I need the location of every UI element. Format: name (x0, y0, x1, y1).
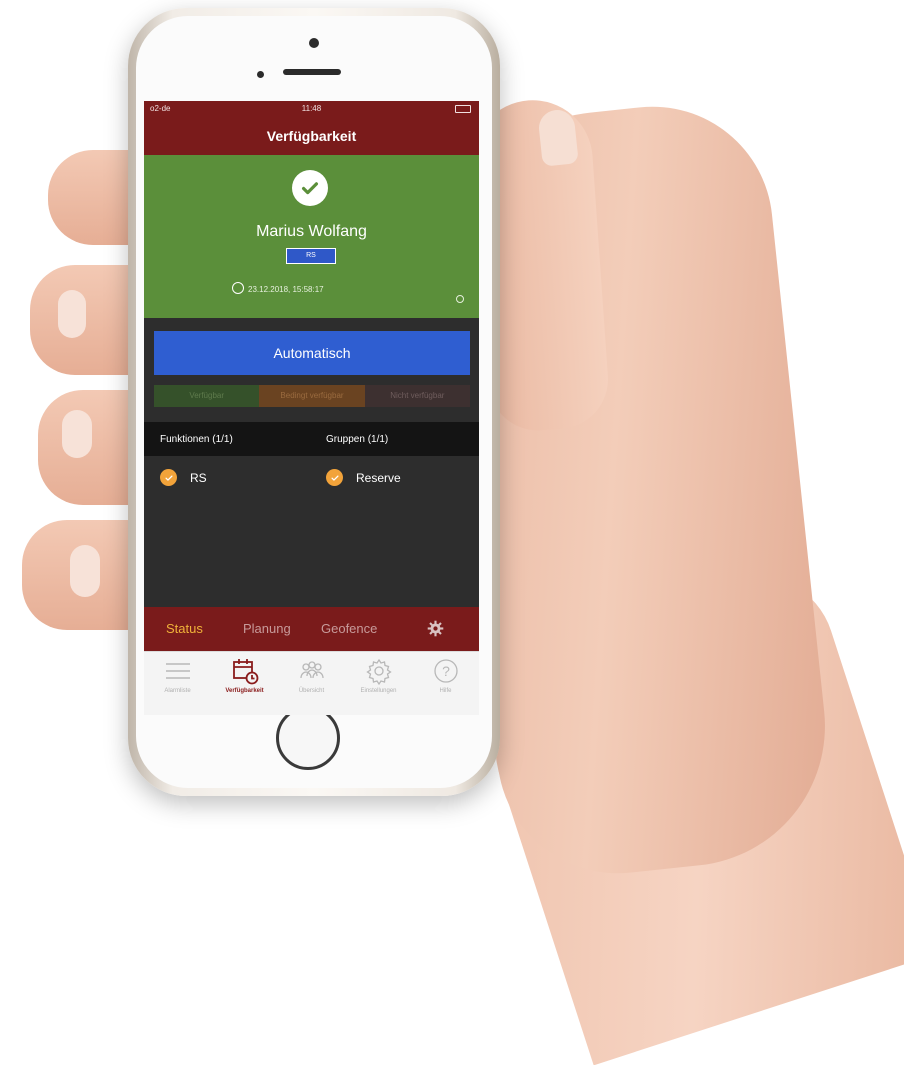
nav-label: Alarmliste (164, 688, 191, 694)
gear-icon (365, 658, 392, 686)
finger-nail (58, 290, 86, 338)
svg-text:?: ? (442, 663, 450, 679)
clock-icon (232, 282, 244, 294)
clock: 11:48 (301, 104, 322, 113)
nav-item-verfuegbarkeit[interactable]: Verfügbarkeit (211, 656, 278, 694)
gear-icon[interactable] (427, 620, 444, 637)
check-dot-icon (160, 469, 177, 486)
check-dot-icon (326, 469, 343, 486)
nav-item-hilfe[interactable]: ? Hilfe (412, 656, 479, 694)
nav-label: Übersicht (298, 688, 325, 694)
question-circle-icon: ? (433, 659, 458, 683)
check-circle-icon (292, 170, 328, 206)
list-header: Funktionen (1/1) Gruppen (1/1) (144, 422, 479, 456)
segment-conditionally-available[interactable]: Bedingt verfügbar (259, 385, 365, 407)
proximity-sensor (257, 71, 264, 78)
list-item-function[interactable]: RS (160, 469, 207, 486)
phone-screen: o2-de 11:48 Verfügbarkeit Marius Wolfang… (144, 101, 479, 715)
tab-geofence[interactable]: Geofence (321, 621, 377, 636)
finger-nail (62, 410, 92, 458)
nav-label: Einstellungen (360, 688, 397, 694)
function-badge: RS (286, 248, 336, 264)
tab-status[interactable]: Status (166, 621, 203, 636)
user-name: Marius Wolfang (256, 223, 367, 240)
page-title: Verfügbarkeit (144, 117, 479, 155)
timestamp: 23.12.2018, 15:58:17 (232, 282, 324, 294)
function-label: RS (190, 470, 207, 485)
front-camera (309, 38, 319, 48)
nav-item-einstellungen[interactable]: Einstellungen (345, 656, 412, 694)
tab-planung[interactable]: Planung (243, 621, 291, 636)
home-button[interactable] (276, 706, 340, 770)
availability-selector: Verfügbar Bedingt verfügbar Nicht verfüg… (154, 385, 470, 407)
status-bar: o2-de 11:48 (144, 101, 479, 117)
calendar-clock-icon (232, 659, 258, 685)
sub-tab-bar: Status Planung Geofence (144, 607, 479, 651)
functions-header: Funktionen (1/1) (160, 434, 233, 445)
automatic-mode-button[interactable]: Automatisch (154, 331, 470, 375)
list-item-group[interactable]: Reserve (326, 469, 401, 486)
segment-unavailable[interactable]: Nicht verfügbar (364, 385, 470, 407)
battery-icon (455, 104, 471, 113)
group-label: Reserve (356, 470, 401, 485)
bottom-nav: Alarmliste Verfügbarkeit Übersicht Einst… (144, 651, 479, 715)
earpiece-speaker (283, 69, 341, 75)
groups-header: Gruppen (1/1) (326, 434, 389, 445)
status-panel: Marius Wolfang RS 23.12.2018, 15:58:17 (144, 155, 479, 318)
nav-item-alarmliste[interactable]: Alarmliste (144, 656, 211, 694)
people-icon (299, 661, 324, 679)
refresh-icon[interactable] (456, 295, 464, 303)
nav-label: Hilfe (439, 688, 452, 694)
menu-lines-icon (165, 663, 190, 679)
timestamp-text: 23.12.2018, 15:58:17 (248, 285, 324, 294)
nav-label: Verfügbarkeit (225, 688, 264, 694)
segment-available[interactable]: Verfügbar (154, 385, 260, 407)
finger-nail (70, 545, 100, 597)
nav-item-uebersicht[interactable]: Übersicht (278, 656, 345, 694)
